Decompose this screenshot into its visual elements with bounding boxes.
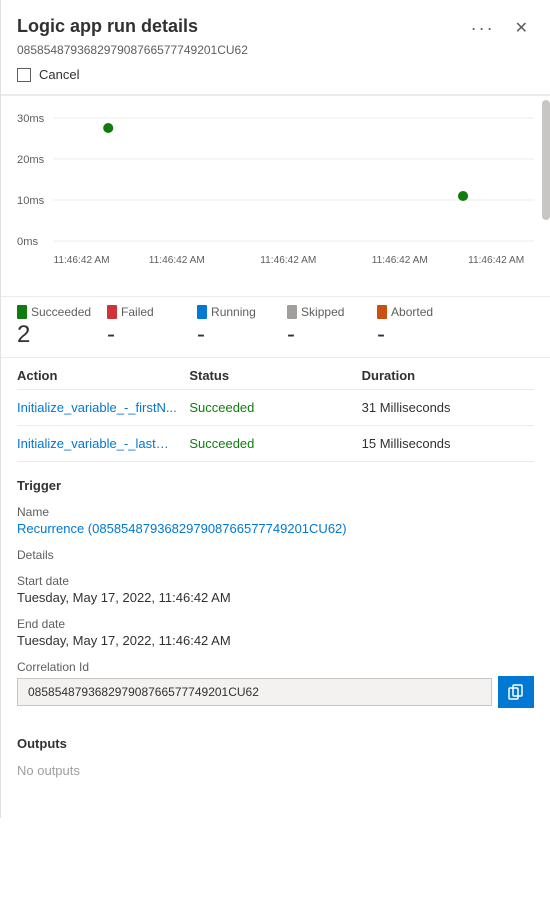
outputs-section-title: Outputs [17, 736, 534, 751]
aborted-indicator [377, 305, 387, 319]
panel-header: Logic app run details ··· ✕ 085854879368… [1, 0, 550, 95]
status-bar: Succeeded 2 Failed - Running - Skipped - [1, 296, 550, 357]
status-running: Running - [197, 305, 287, 349]
svg-text:20ms: 20ms [17, 154, 45, 166]
succeeded-indicator [17, 305, 27, 319]
svg-text:30ms: 30ms [17, 113, 45, 125]
skipped-count: - [287, 321, 361, 349]
header-actions: ··· ✕ [465, 16, 534, 41]
duration-column-header: Duration [362, 368, 534, 383]
cancel-row: Cancel [17, 57, 534, 94]
table-row[interactable]: Initialize_variable_-_firstN... Succeede… [17, 390, 534, 426]
failed-indicator [107, 305, 117, 319]
trigger-details-label: Details [17, 548, 534, 562]
svg-text:10ms: 10ms [17, 195, 45, 207]
no-outputs-label: No outputs [17, 763, 534, 778]
running-count: - [197, 321, 271, 349]
trigger-name-field: Name Recurrence (08585487936829790876657… [17, 505, 534, 536]
cancel-checkbox[interactable] [17, 68, 31, 82]
action-duration-1: 31 Milliseconds [362, 400, 534, 415]
skipped-indicator [287, 305, 297, 319]
svg-text:11:46:42 AM: 11:46:42 AM [468, 255, 524, 266]
action-name-1[interactable]: Initialize_variable_-_firstN... [17, 400, 177, 415]
correlation-id-label: Correlation Id [17, 660, 534, 674]
status-failed: Failed - [107, 305, 197, 349]
status-column-header: Status [189, 368, 361, 383]
correlation-id-row [17, 676, 534, 708]
status-aborted: Aborted - [377, 305, 467, 349]
status-succeeded: Succeeded 2 [17, 305, 107, 349]
svg-text:0ms: 0ms [17, 236, 39, 248]
succeeded-count: 2 [17, 321, 91, 349]
outputs-section: Outputs No outputs [1, 720, 550, 778]
aborted-label: Aborted [391, 305, 433, 319]
end-date-value: Tuesday, May 17, 2022, 11:46:42 AM [17, 633, 534, 648]
svg-text:11:46:42 AM: 11:46:42 AM [53, 255, 109, 266]
close-button[interactable]: ✕ [509, 17, 534, 41]
succeeded-label: Succeeded [31, 305, 91, 319]
failed-label: Failed [121, 305, 154, 319]
table-row[interactable]: Initialize_variable_-_lastNa... Succeede… [17, 426, 534, 462]
failed-count: - [107, 321, 181, 349]
panel-title: Logic app run details [17, 16, 465, 37]
start-date-value: Tuesday, May 17, 2022, 11:46:42 AM [17, 590, 534, 605]
start-date-field: Start date Tuesday, May 17, 2022, 11:46:… [17, 574, 534, 605]
action-status-2: Succeeded [189, 436, 361, 451]
start-date-label: Start date [17, 574, 534, 588]
trigger-section-title: Trigger [17, 478, 534, 493]
running-label: Running [211, 305, 256, 319]
run-id: 085854879368297908766577749201CU62 [17, 43, 534, 57]
trigger-name-link[interactable]: Recurrence (0858548793682979087665777492… [17, 521, 347, 536]
trigger-details-field: Details [17, 548, 534, 562]
copy-icon [508, 684, 524, 700]
actions-table: Action Status Duration Initialize_variab… [1, 357, 550, 462]
running-indicator [197, 305, 207, 319]
action-name-2[interactable]: Initialize_variable_-_lastNa... [17, 436, 177, 451]
trigger-name-label: Name [17, 505, 534, 519]
svg-text:11:46:42 AM: 11:46:42 AM [372, 255, 428, 266]
table-header: Action Status Duration [17, 358, 534, 390]
end-date-field: End date Tuesday, May 17, 2022, 11:46:42… [17, 617, 534, 648]
action-status-1: Succeeded [189, 400, 361, 415]
correlation-id-field: Correlation Id [17, 660, 534, 708]
end-date-label: End date [17, 617, 534, 631]
svg-text:11:46:42 AM: 11:46:42 AM [149, 255, 205, 266]
ellipsis-button[interactable]: ··· [465, 16, 501, 41]
run-chart: 30ms 20ms 10ms 0ms 11:46:42 AM 11:46:42 … [17, 108, 534, 278]
svg-text:11:46:42 AM: 11:46:42 AM [260, 255, 316, 266]
action-column-header: Action [17, 368, 189, 383]
chart-area: 30ms 20ms 10ms 0ms 11:46:42 AM 11:46:42 … [1, 96, 550, 296]
correlation-id-input[interactable] [17, 678, 492, 706]
copy-correlation-id-button[interactable] [498, 676, 534, 708]
skipped-label: Skipped [301, 305, 344, 319]
aborted-count: - [377, 321, 451, 349]
cancel-label: Cancel [39, 67, 79, 82]
trigger-section: Trigger Name Recurrence (085854879368297… [1, 462, 550, 708]
status-skipped: Skipped - [287, 305, 377, 349]
action-duration-2: 15 Milliseconds [362, 436, 534, 451]
